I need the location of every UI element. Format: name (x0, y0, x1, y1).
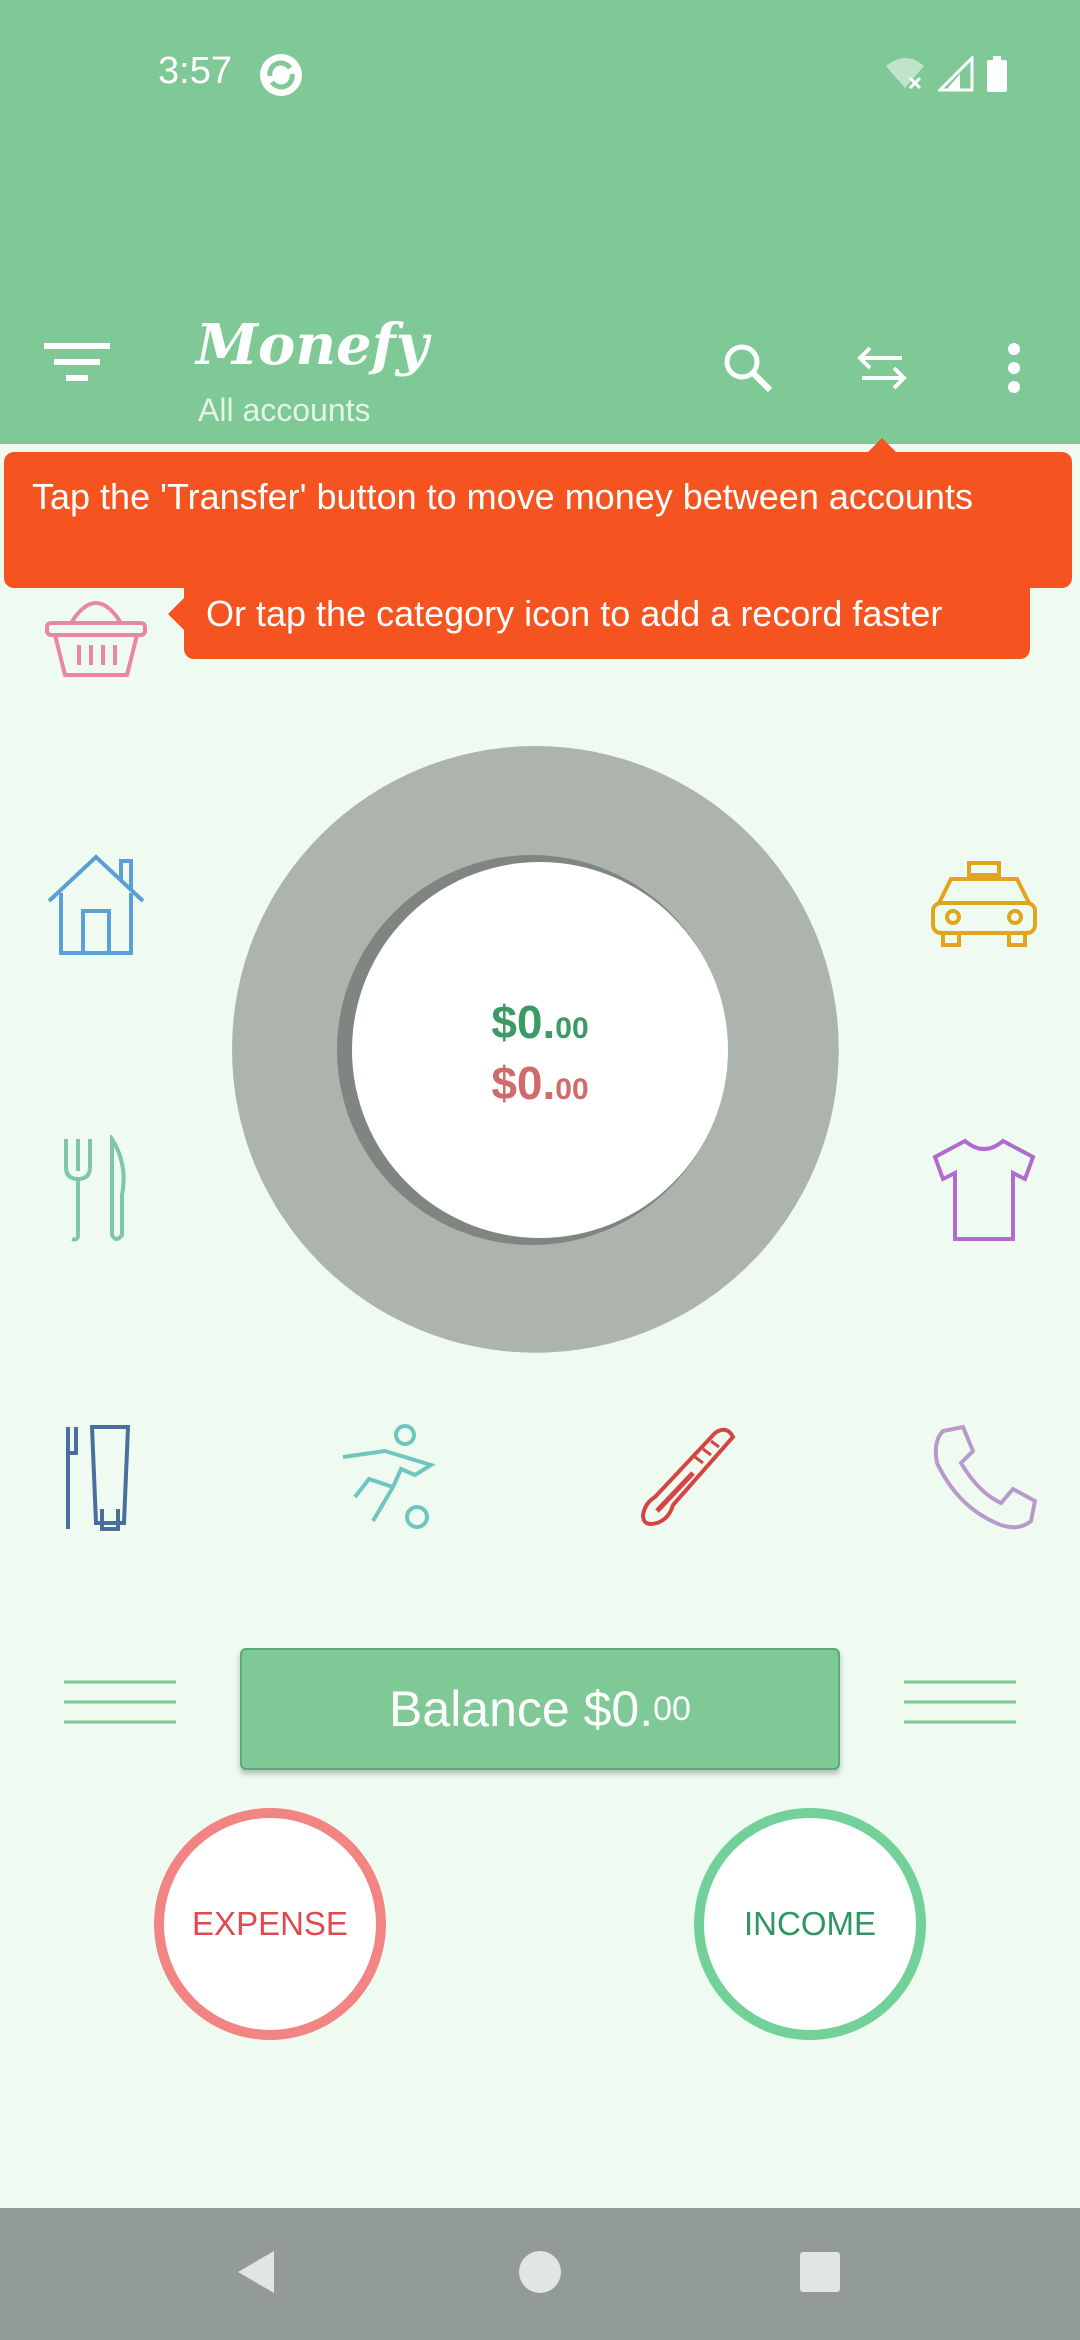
category-eating-out[interactable] (36, 1131, 156, 1252)
thermometer-icon (633, 1423, 743, 1538)
transfer-icon (856, 342, 908, 399)
soccer-player-icon (335, 1423, 445, 1538)
category-house[interactable] (36, 846, 156, 966)
wifi-off-icon (884, 56, 926, 97)
status-time: 3:57 (158, 50, 232, 92)
home-button[interactable] (498, 2232, 582, 2316)
income-button[interactable]: INCOME (694, 1808, 926, 2040)
donut-hole (352, 862, 728, 1238)
category-tooltip-arrow (168, 598, 184, 630)
expense-donut-chart[interactable] (232, 742, 848, 1358)
tshirt-icon (929, 1135, 1039, 1250)
transfer-tooltip[interactable]: Tap the 'Transfer' button to move money … (4, 452, 1072, 588)
transfer-button[interactable] (842, 330, 922, 410)
back-button[interactable] (214, 2232, 298, 2316)
balance-cents: 00 (653, 1689, 691, 1728)
toothbrush-icon (56, 1423, 136, 1538)
category-groceries[interactable] (36, 575, 156, 695)
category-communications[interactable] (924, 1420, 1044, 1540)
category-taxi[interactable] (924, 846, 1044, 966)
more-vert-icon (1007, 342, 1021, 399)
category-toiletry[interactable] (36, 1420, 156, 1540)
income-total: $0.00 (491, 996, 589, 1048)
search-button[interactable] (708, 330, 788, 410)
balance-label: Balance $0. (389, 1681, 654, 1737)
category-sports[interactable] (330, 1420, 450, 1540)
recents-button[interactable] (778, 2232, 862, 2316)
back-icon (234, 2249, 278, 2300)
search-icon (722, 342, 774, 399)
house-icon (41, 849, 151, 964)
filter-menu-icon (44, 342, 110, 388)
category-tooltip[interactable]: Or tap the category icon to add a record… (184, 585, 1030, 659)
basket-icon (41, 583, 151, 688)
sync-app-icon (258, 52, 304, 98)
fork-knife-icon (56, 1131, 136, 1250)
category-clothes[interactable] (924, 1132, 1044, 1252)
left-lines-icon (64, 1680, 176, 1724)
taxi-icon (929, 859, 1039, 954)
filter-menu-button[interactable] (40, 328, 114, 402)
battery-icon (986, 55, 1008, 97)
account-subtitle[interactable]: All accounts (198, 392, 371, 429)
signal-icon (936, 53, 974, 97)
right-lines-icon (904, 1680, 1016, 1724)
category-health[interactable] (628, 1420, 748, 1540)
more-options-button[interactable] (974, 330, 1054, 410)
recents-icon (799, 2251, 841, 2298)
home-icon (518, 2250, 562, 2299)
app-title: Monefy (196, 312, 429, 378)
expense-total: $0.00 (491, 1057, 589, 1109)
status-icons (884, 53, 1008, 97)
balance-button[interactable]: Balance $0. 00 (240, 1648, 840, 1770)
expense-button[interactable]: EXPENSE (154, 1808, 386, 2040)
phone-icon (929, 1423, 1039, 1538)
